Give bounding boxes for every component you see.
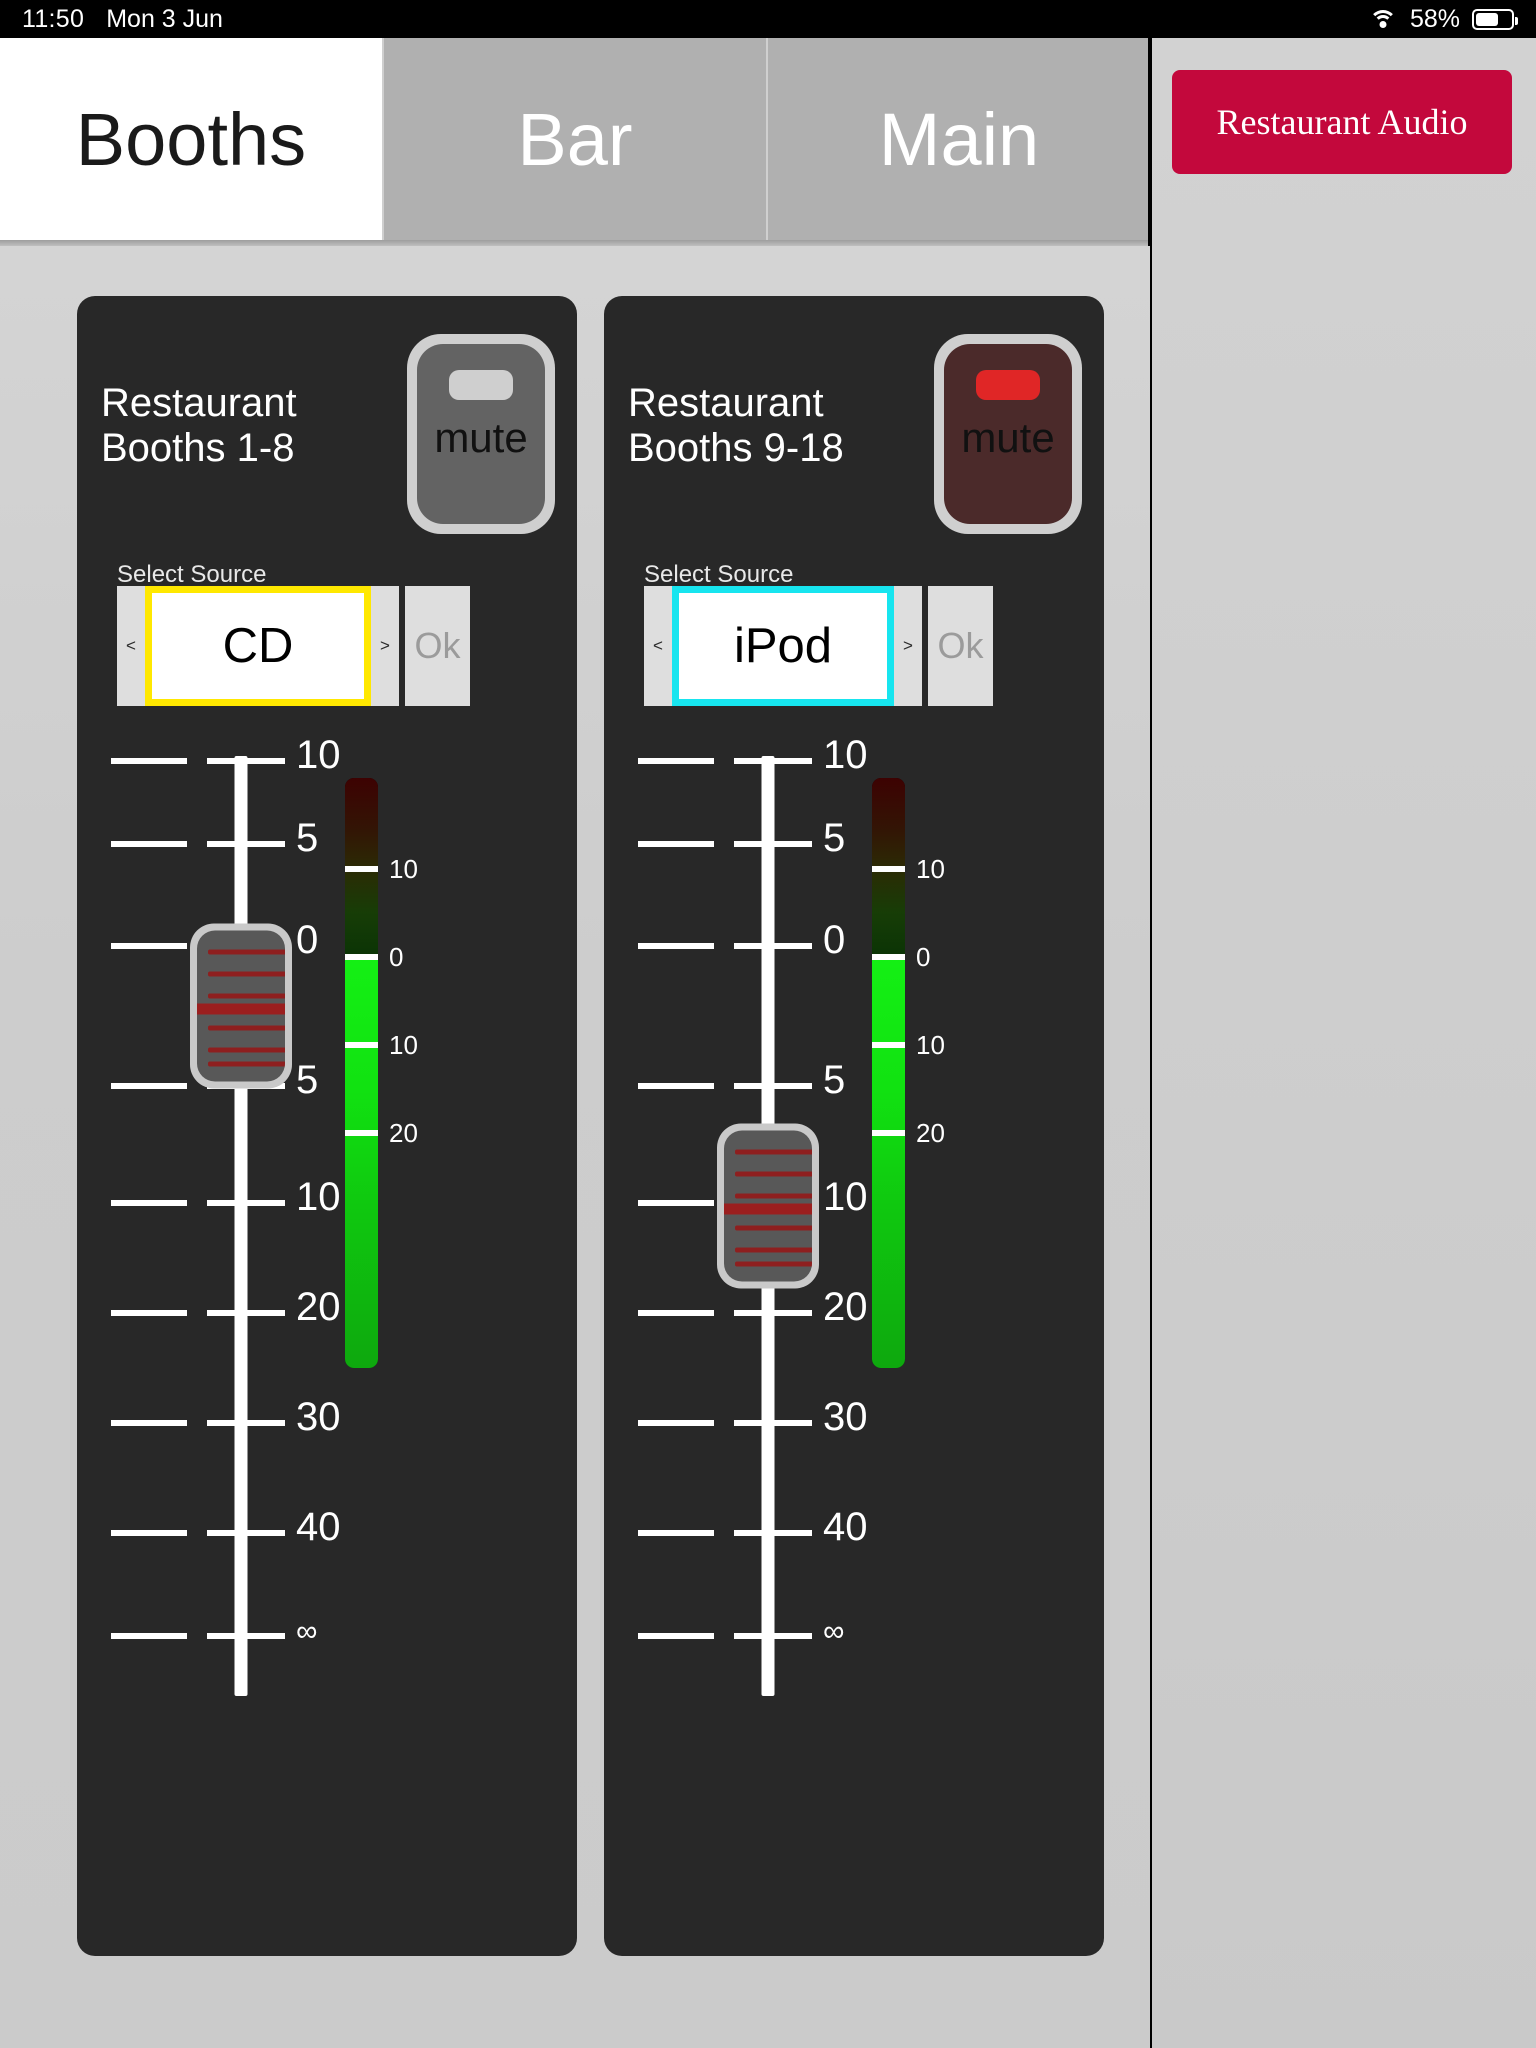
mute-button-label: mute [961, 413, 1055, 461]
tab-booths[interactable]: Booths [0, 38, 384, 240]
source-ok-button[interactable]: Ok [928, 586, 993, 706]
mute-led-icon [449, 370, 513, 400]
source-selector: < CD > Ok [117, 586, 470, 706]
mute-button-label: mute [434, 413, 528, 461]
fader-handle[interactable] [717, 1123, 819, 1289]
fader-handle[interactable] [190, 923, 292, 1089]
source-ok-button[interactable]: Ok [405, 586, 470, 706]
level-meter [872, 778, 905, 1368]
mute-button-body: mute [944, 344, 1072, 524]
tab-bar: Booths Bar Main [0, 38, 1150, 240]
fader-track [234, 756, 248, 1696]
wifi-icon [1368, 8, 1398, 30]
mute-button[interactable]: mute [407, 334, 555, 534]
status-bar: 11:50 Mon 3 Jun 58% [0, 0, 1536, 38]
source-next-button[interactable]: > [371, 586, 399, 706]
panel-title-line1: Restaurant [101, 381, 297, 425]
mute-button-body: mute [417, 344, 545, 524]
channel-panel-booths-9-18: Restaurant Booths 9-18 mute Select Sourc… [604, 296, 1104, 1956]
channel-panel-booths-1-8: Restaurant Booths 1-8 mute Select Source… [77, 296, 577, 1956]
source-selector: < iPod > Ok [644, 586, 993, 706]
level-meter-lit [345, 955, 378, 1368]
volume-fader[interactable]: 10 5 0 5 10 20 30 40 ∞ [111, 735, 341, 1696]
restaurant-audio-button[interactable]: Restaurant Audio [1172, 70, 1512, 174]
mute-led-icon [976, 370, 1040, 400]
panel-title-line1: Restaurant [628, 381, 824, 425]
right-rail [1152, 38, 1536, 2048]
battery-icon [1472, 8, 1518, 30]
source-prev-button[interactable]: < [644, 586, 672, 706]
status-date: Mon 3 Jun [106, 4, 223, 33]
source-value-display[interactable]: iPod [672, 586, 894, 706]
mute-button[interactable]: mute [934, 334, 1082, 534]
main-stage: Restaurant Booths 1-8 mute Select Source… [0, 246, 1150, 2048]
source-next-button[interactable]: > [894, 586, 922, 706]
source-prev-button[interactable]: < [117, 586, 145, 706]
tab-bar-zone[interactable]: Bar [384, 38, 768, 240]
level-meter-lit [872, 955, 905, 1368]
panel-title-line2: Booths 9-18 [628, 425, 844, 470]
panel-title: Restaurant Booths 1-8 [101, 381, 391, 471]
status-time: 11:50 [22, 4, 85, 33]
panel-title-line2: Booths 1-8 [101, 425, 295, 470]
fader-handle-core [724, 1130, 812, 1282]
battery-percent-label: 58% [1409, 4, 1460, 33]
select-source-label: Select Source [644, 561, 794, 588]
status-right-cluster: 58% [1368, 4, 1518, 34]
level-meter [345, 778, 378, 1368]
source-value-display[interactable]: CD [145, 586, 371, 706]
fader-handle-core [197, 930, 285, 1082]
panel-title: Restaurant Booths 9-18 [628, 381, 918, 471]
volume-fader[interactable]: 10 5 0 5 10 20 30 40 ∞ [638, 735, 868, 1696]
tab-main[interactable]: Main [768, 38, 1150, 240]
select-source-label: Select Source [117, 561, 267, 588]
